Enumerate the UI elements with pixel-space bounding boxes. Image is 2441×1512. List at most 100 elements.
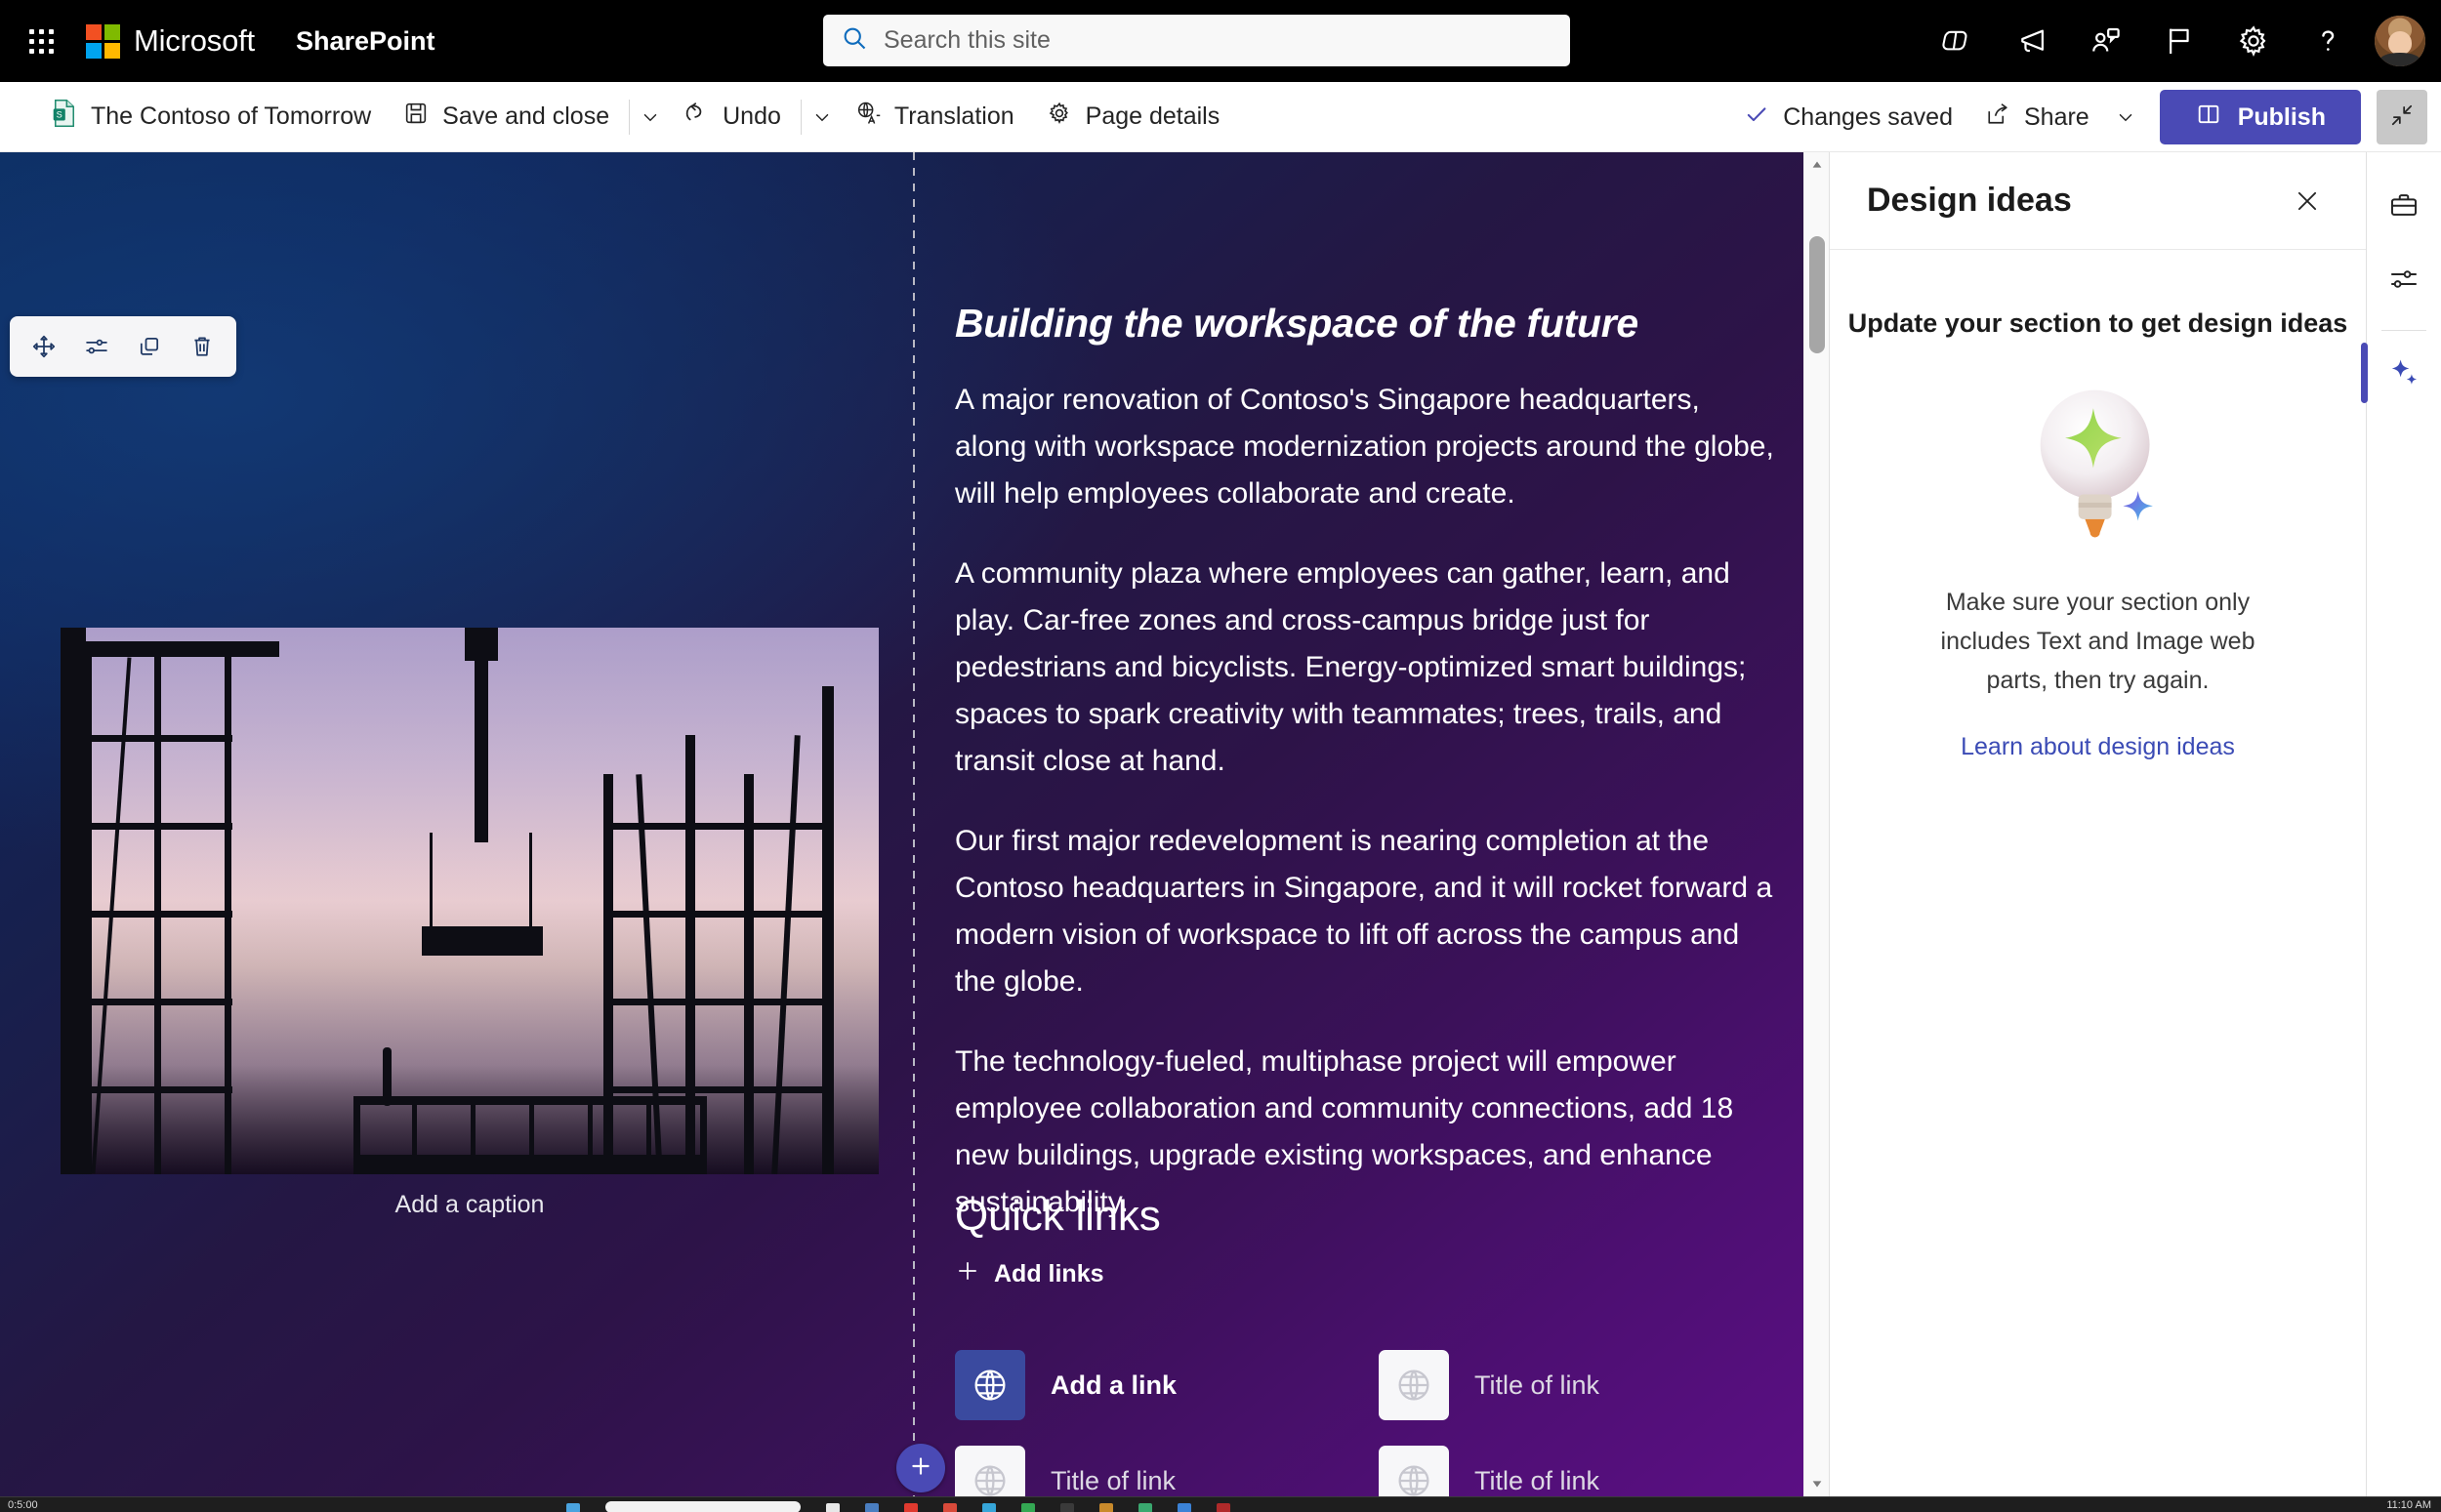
list-item[interactable]: Title of link [1379, 1337, 1802, 1433]
quick-link-label: Add a link [1051, 1369, 1178, 1400]
translation-label: Translation [893, 102, 1014, 130]
command-separator-1 [629, 99, 631, 135]
scroll-up-arrow-icon[interactable] [1804, 152, 1829, 178]
page-name-label: The Contoso of Tomorrow [91, 102, 372, 130]
globe-icon [955, 1350, 1025, 1420]
page-details-label: Page details [1085, 102, 1220, 130]
windows-taskbar[interactable]: 0:5:00 11:10 AM [0, 1496, 2441, 1512]
help-icon[interactable] [2291, 4, 2365, 78]
undo-button[interactable]: Undo [667, 90, 797, 144]
taskbar-app-icon[interactable] [1138, 1502, 1152, 1512]
undo-options-chevron-down-icon[interactable] [806, 90, 839, 144]
page-name-button[interactable]: S The Contoso of Tomorrow [35, 90, 387, 144]
copilot-icon[interactable] [1920, 4, 1994, 78]
undo-label: Undo [723, 102, 781, 130]
share-label: Share [2023, 102, 2089, 131]
design-ideas-message: Make sure your section only includes Tex… [1940, 589, 2255, 694]
add-section-button[interactable] [896, 1444, 945, 1492]
command-bar-right: Changes saved Share Publish [1731, 82, 2427, 152]
taskbar-app-icon[interactable] [982, 1502, 996, 1512]
share-button[interactable]: Share [1968, 90, 2105, 144]
save-and-close-button[interactable]: Save and close [387, 90, 625, 144]
move-webpart-icon[interactable] [21, 324, 66, 369]
page-canvas[interactable]: Add a caption Building the workspace of … [0, 152, 1829, 1496]
text-webpart-title[interactable]: Building the workspace of the future [955, 299, 1775, 347]
text-paragraph[interactable]: A major renovation of Contoso's Singapor… [955, 377, 1775, 517]
design-ideas-panel: Design ideas Update your section to get … [1829, 152, 2366, 1496]
publish-icon [2195, 101, 2222, 135]
canvas-scrollbar[interactable] [1803, 152, 1829, 1496]
changes-saved-label: Changes saved [1783, 102, 1953, 131]
image-caption-input[interactable]: Add a caption [61, 1174, 879, 1235]
feedback-person-icon[interactable] [2068, 4, 2142, 78]
undo-icon [683, 100, 710, 134]
collapse-arrows-icon [2389, 102, 2415, 133]
taskbar-app-icon[interactable] [943, 1502, 957, 1512]
avatar-face [2388, 30, 2412, 55]
share-options-chevron-down-icon[interactable] [2109, 90, 2142, 144]
save-options-chevron-down-icon[interactable] [634, 90, 667, 144]
image-webpart[interactable]: Add a caption [61, 628, 879, 1235]
command-separator-2 [800, 99, 802, 135]
construction-photo [61, 628, 879, 1174]
list-item[interactable]: Add a link [955, 1337, 1379, 1433]
image-caption-placeholder: Add a caption [394, 1190, 545, 1218]
search-input[interactable] [884, 26, 1552, 55]
taskbar-app-icon[interactable] [566, 1502, 580, 1512]
taskbar-app-icon[interactable] [826, 1502, 840, 1512]
taskbar-clock-right: 11:10 AM [2386, 1498, 2431, 1511]
duplicate-webpart-icon[interactable] [127, 324, 172, 369]
translation-button[interactable]: Translation [839, 90, 1030, 144]
app-launcher-icon[interactable] [14, 14, 68, 68]
page-details-gear-icon [1046, 100, 1073, 134]
plus-icon [955, 1258, 980, 1290]
add-links-button[interactable]: Add links [955, 1258, 1104, 1290]
taskbar-app-icon[interactable] [1217, 1502, 1230, 1512]
taskbar-app-icon[interactable] [865, 1502, 879, 1512]
taskbar-app-icon[interactable] [1178, 1502, 1191, 1512]
svg-text:S: S [57, 110, 62, 120]
close-icon[interactable] [2282, 176, 2333, 226]
taskbar-search-pill[interactable] [605, 1500, 801, 1512]
scroll-down-arrow-icon[interactable] [1804, 1471, 1829, 1496]
publish-button[interactable]: Publish [2159, 90, 2361, 144]
search-box[interactable] [823, 15, 1570, 66]
list-item[interactable]: Title of link [955, 1433, 1379, 1496]
translation-icon [854, 100, 882, 134]
page-details-button[interactable]: Page details [1030, 90, 1236, 144]
microsoft-logo[interactable]: Microsoft [86, 23, 255, 59]
sparkle-icon[interactable] [2360, 335, 2433, 409]
delete-webpart-trash-icon[interactable] [180, 324, 225, 369]
gear-icon[interactable] [2216, 4, 2291, 78]
flag-icon[interactable] [2142, 4, 2216, 78]
taskbar-app-icon[interactable] [904, 1502, 918, 1512]
right-rail [2360, 152, 2440, 1496]
quick-links-title[interactable]: Quick links [955, 1192, 1795, 1241]
taskbar-app-icon[interactable] [1060, 1502, 1074, 1512]
taskbar-icons [566, 1497, 1230, 1512]
lightbulb-sparkle-icon [2040, 389, 2153, 538]
toolbox-icon[interactable] [2375, 168, 2433, 242]
plus-icon [908, 1453, 933, 1484]
suite-header: Microsoft SharePoint [0, 0, 2441, 82]
learn-about-design-ideas-link[interactable]: Learn about design ideas [1961, 733, 2235, 761]
quick-link-label: Title of link [1474, 1465, 1600, 1495]
taskbar-app-icon[interactable] [1099, 1502, 1113, 1512]
collapse-ribbon-button[interactable] [2377, 90, 2427, 144]
taskbar-app-icon[interactable] [1021, 1502, 1035, 1512]
design-ideas-body: Update your section to get design ideas [1830, 250, 2366, 1496]
list-item[interactable]: Title of link [1379, 1433, 1802, 1496]
text-webpart[interactable]: Building the workspace of the future A m… [955, 299, 1775, 1259]
page-title: Design ideas [1867, 182, 2072, 219]
text-paragraph[interactable]: Our first major redevelopment is nearing… [955, 818, 1775, 1005]
app-name-sharepoint[interactable]: SharePoint [296, 26, 435, 57]
edit-webpart-sliders-icon[interactable] [74, 324, 119, 369]
avatar[interactable] [2375, 16, 2425, 66]
text-paragraph[interactable]: A community plaza where employees can ga… [955, 551, 1775, 785]
quick-link-label: Title of link [1051, 1465, 1177, 1495]
avatar-body [2380, 53, 2420, 66]
sliders-icon[interactable] [2375, 242, 2433, 316]
scrollbar-thumb[interactable] [1809, 236, 1825, 353]
megaphone-icon[interactable] [1994, 4, 2068, 78]
quick-links-webpart[interactable]: Quick links Add links Add a link Title o… [955, 1192, 1795, 1496]
